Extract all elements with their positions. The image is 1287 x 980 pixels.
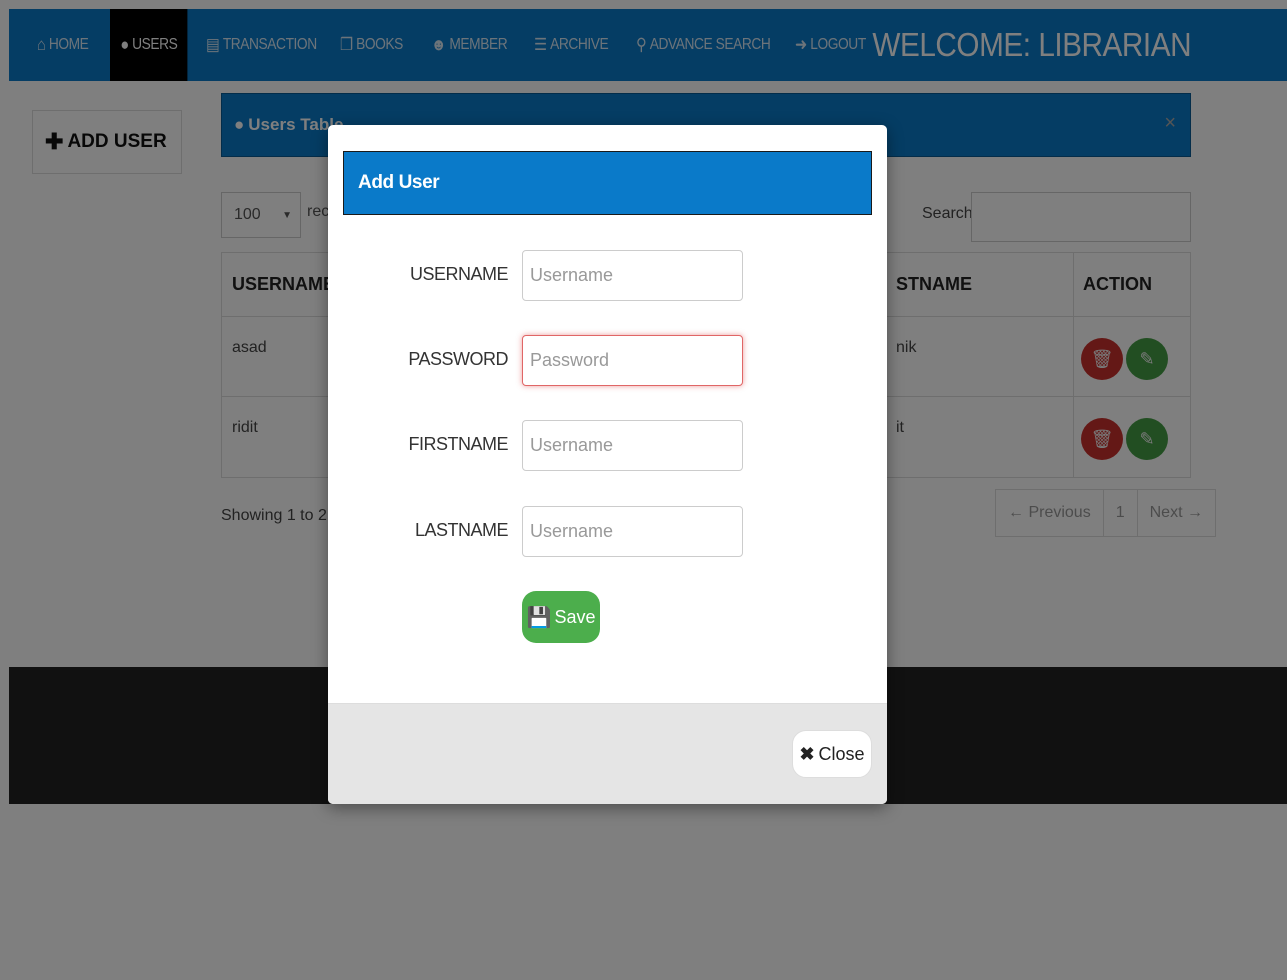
- modal-title: Add User: [343, 151, 872, 215]
- firstname-input[interactable]: [522, 420, 743, 471]
- save-button[interactable]: 💾 Save: [522, 591, 600, 643]
- modal-footer: ✖ Close: [328, 703, 887, 804]
- firstname-label: FIRSTNAME: [408, 434, 508, 454]
- password-label: PASSWORD: [408, 349, 508, 369]
- add-user-modal: Add User USERNAME PASSWORD FIRSTNAME LAS…: [328, 125, 887, 804]
- close-button[interactable]: ✖ Close: [792, 730, 872, 778]
- password-input[interactable]: [522, 335, 743, 386]
- close-icon: ✖: [799, 743, 815, 764]
- floppy-disk-icon: 💾: [526, 606, 552, 629]
- username-label: USERNAME: [409, 264, 509, 284]
- close-label: Close: [818, 743, 865, 764]
- save-label: Save: [554, 606, 596, 627]
- lastname-label: LASTNAME: [414, 520, 509, 540]
- username-input[interactable]: [522, 250, 743, 301]
- lastname-input[interactable]: [522, 506, 743, 557]
